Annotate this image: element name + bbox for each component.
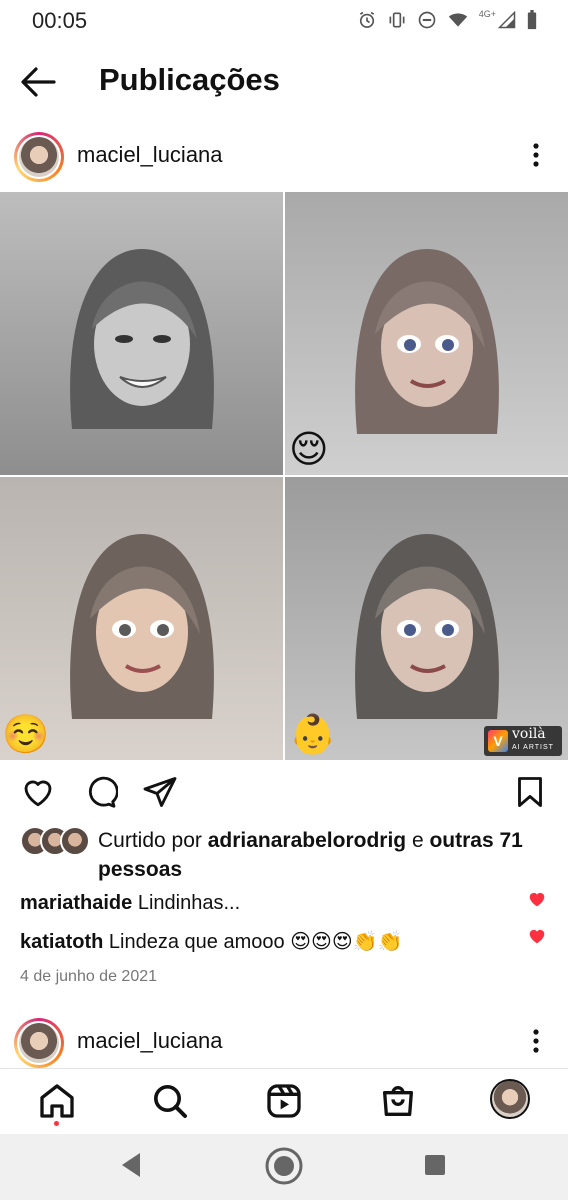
- watermark-brand: voilà: [512, 726, 546, 742]
- comment-text: Lindinhas...: [137, 892, 241, 914]
- post-avatar[interactable]: [14, 132, 64, 182]
- back-button[interactable]: [18, 64, 58, 100]
- comment-button[interactable]: [82, 774, 119, 810]
- do-not-disturb-icon: [418, 11, 436, 29]
- battery-icon: [527, 10, 537, 30]
- status-time: 00:05: [32, 8, 88, 33]
- system-recents-icon[interactable]: [424, 1154, 446, 1176]
- nav-reels[interactable]: [264, 1081, 304, 1121]
- post-username[interactable]: maciel_luciana: [77, 1028, 223, 1054]
- more-options-button[interactable]: [524, 140, 548, 170]
- portrait-illustration: [69, 249, 214, 430]
- post-date: 4 de junho de 2021: [20, 968, 158, 985]
- nav-home[interactable]: [37, 1081, 77, 1121]
- bookmark-icon: [518, 777, 542, 807]
- vibrate-icon: [389, 12, 405, 28]
- app-bar: Publicações: [0, 50, 568, 114]
- likes-user[interactable]: adrianarabelorodrig: [208, 829, 406, 852]
- system-back-icon[interactable]: [118, 1150, 144, 1180]
- emoji-sticker: 😌: [289, 429, 329, 471]
- photo-cell-cartoon-3: 👶 V voilà AI ARTIST: [285, 477, 568, 760]
- likes-text[interactable]: Curtido por adrianarabelorodrig e outras…: [98, 826, 553, 884]
- status-icons: 4G+: [357, 9, 538, 30]
- more-vertical-icon: [533, 1029, 539, 1053]
- emoji-sticker: ☺️: [2, 714, 50, 756]
- watermark-sub: AI ARTIST: [512, 744, 554, 751]
- search-icon: [154, 1085, 187, 1118]
- more-options-button[interactable]: [524, 1026, 548, 1056]
- comment-icon: [88, 776, 119, 808]
- photo-cell-cartoon-1: 😌: [285, 192, 568, 475]
- save-button[interactable]: [512, 774, 548, 810]
- post-header: maciel_luciana: [0, 128, 568, 184]
- cartoon-portrait-illustration: [354, 249, 499, 435]
- cartoon-portrait-illustration: [354, 534, 499, 720]
- post-image[interactable]: 😌 ☺️ 👶 V voilà AI ARTIST: [0, 192, 568, 760]
- more-vertical-icon: [533, 143, 539, 167]
- system-navigation-bar: [0, 1134, 568, 1200]
- page-title: Publicações: [99, 62, 280, 97]
- like-button[interactable]: [20, 774, 56, 810]
- voila-watermark: V voilà AI ARTIST: [484, 726, 562, 756]
- comment-item: mariathaide Lindinhas...: [20, 892, 540, 915]
- liked-heart-icon[interactable]: [528, 891, 546, 907]
- home-icon: [40, 1084, 74, 1118]
- post-username[interactable]: maciel_luciana: [77, 142, 223, 168]
- reels-icon: [267, 1084, 301, 1118]
- comment-item: katiatoth Lindeza que amooo 😍😍😍👏👏: [20, 929, 540, 954]
- comment-user[interactable]: mariathaide: [20, 892, 132, 914]
- nav-search[interactable]: [150, 1081, 190, 1121]
- likes-middle: e: [406, 829, 430, 852]
- cartoon-portrait-illustration: [69, 534, 214, 720]
- photo-cell-cartoon-2: ☺️: [0, 477, 283, 760]
- system-home-icon[interactable]: [264, 1146, 304, 1186]
- arrow-left-icon: [21, 67, 56, 97]
- comment-text: Lindeza que amooo 😍😍😍👏👏: [108, 931, 403, 953]
- liked-heart-icon[interactable]: [528, 928, 546, 944]
- shop-icon: [383, 1086, 413, 1116]
- nav-profile-avatar[interactable]: [490, 1079, 530, 1119]
- nav-shop[interactable]: [378, 1081, 418, 1121]
- share-button[interactable]: [142, 774, 178, 810]
- status-bar: 00:05 4G+: [0, 0, 568, 44]
- next-post-header: maciel_luciana: [0, 1014, 568, 1070]
- liker-avatar: [60, 826, 90, 856]
- heart-icon: [24, 780, 52, 807]
- bottom-navigation: [0, 1068, 568, 1135]
- likes-prefix: Curtido por: [98, 829, 208, 852]
- alarm-icon: [359, 11, 374, 28]
- wifi-icon: [448, 13, 467, 27]
- share-icon: [143, 777, 177, 807]
- liker-avatars[interactable]: [20, 826, 96, 856]
- notification-dot: [54, 1121, 59, 1126]
- emoji-sticker: 👶: [289, 714, 337, 756]
- voila-logo: V: [488, 730, 508, 752]
- post-actions: [0, 770, 568, 814]
- photo-cell-original: [0, 192, 283, 475]
- post-avatar[interactable]: [14, 1018, 64, 1068]
- comment-user[interactable]: katiatoth: [20, 931, 103, 953]
- network-type-label: 4G+: [478, 9, 496, 19]
- signal-icon: [498, 11, 516, 29]
